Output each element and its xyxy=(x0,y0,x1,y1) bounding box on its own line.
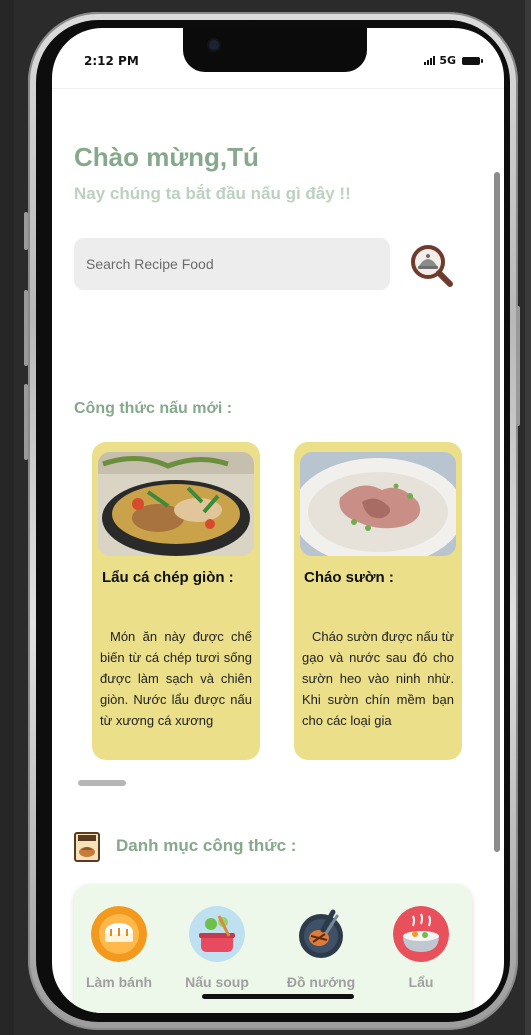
recipe-title: Cháo sườn : xyxy=(304,569,394,586)
category-label: Nấu soup xyxy=(185,974,249,990)
search-input[interactable] xyxy=(74,238,390,290)
status-indicators: 5G xyxy=(424,54,483,67)
menu-book-icon xyxy=(74,832,100,862)
desktop-background-strip xyxy=(0,0,14,1035)
search-icon xyxy=(411,245,453,287)
status-time: 2:12 PM xyxy=(84,54,139,68)
phone-side-button-power xyxy=(516,306,520,426)
category-label: Làm bánh xyxy=(85,974,153,990)
status-divider xyxy=(52,88,504,89)
phone-side-button-volume-down xyxy=(24,384,28,460)
phone-side-button-volume-up xyxy=(24,290,28,366)
recipe-card-chao-suon[interactable]: Cháo sườn : Cháo sườn được nấu từ gạo và… xyxy=(294,442,462,760)
recipe-title: Lẩu cá chép giòn : xyxy=(102,569,234,586)
baking-icon xyxy=(91,906,147,962)
desktop-background-edge xyxy=(525,0,531,1035)
greeting-title: Chào mừng,Tú xyxy=(74,142,259,172)
recipe-description: Món ăn này được chế biến từ cá chép tươi… xyxy=(100,629,252,728)
home-indicator[interactable] xyxy=(202,994,354,999)
recipe-description: Cháo sườn được nấu từ gạo và nước sau đó… xyxy=(302,629,454,728)
section-title-new-recipes: Công thức nấu mới : xyxy=(74,400,233,417)
scrollbar-thumb[interactable] xyxy=(494,172,500,852)
category-label: Lẩu xyxy=(408,974,434,990)
phone-screen: 2:12 PM 5G Chào mừng,Tú Nay chúng ta bắt… xyxy=(52,28,504,1013)
category-item-lau[interactable]: Lẩu xyxy=(386,906,456,992)
category-item-lam-banh[interactable]: Làm bánh xyxy=(84,906,154,992)
recipe-card-lau-ca-chep[interactable]: Lẩu cá chép giòn : Món ăn này được chế b… xyxy=(92,442,260,760)
porridge-photo xyxy=(300,452,456,556)
front-camera xyxy=(209,40,219,50)
grill-icon xyxy=(293,906,349,962)
phone-side-button-silent xyxy=(24,212,28,250)
category-item-do-nuong[interactable]: Đồ nướng xyxy=(286,906,356,992)
category-label: Đồ nướng xyxy=(286,974,356,990)
hotpot-photo xyxy=(98,452,254,556)
soup-icon xyxy=(189,906,245,962)
network-type: 5G xyxy=(439,54,456,67)
section-title-categories: Danh mục công thức : xyxy=(116,836,297,855)
hotpot-icon xyxy=(393,906,449,962)
signal-icon xyxy=(424,56,436,65)
notch xyxy=(183,28,367,72)
battery-icon xyxy=(462,56,483,65)
category-item-nau-soup[interactable]: Nấu soup xyxy=(182,906,252,992)
greeting-subtitle: Nay chúng ta bắt đầu nấu gì đây !! xyxy=(74,184,351,203)
search-button[interactable] xyxy=(408,242,454,288)
carousel-scroll-indicator[interactable] xyxy=(78,780,126,786)
